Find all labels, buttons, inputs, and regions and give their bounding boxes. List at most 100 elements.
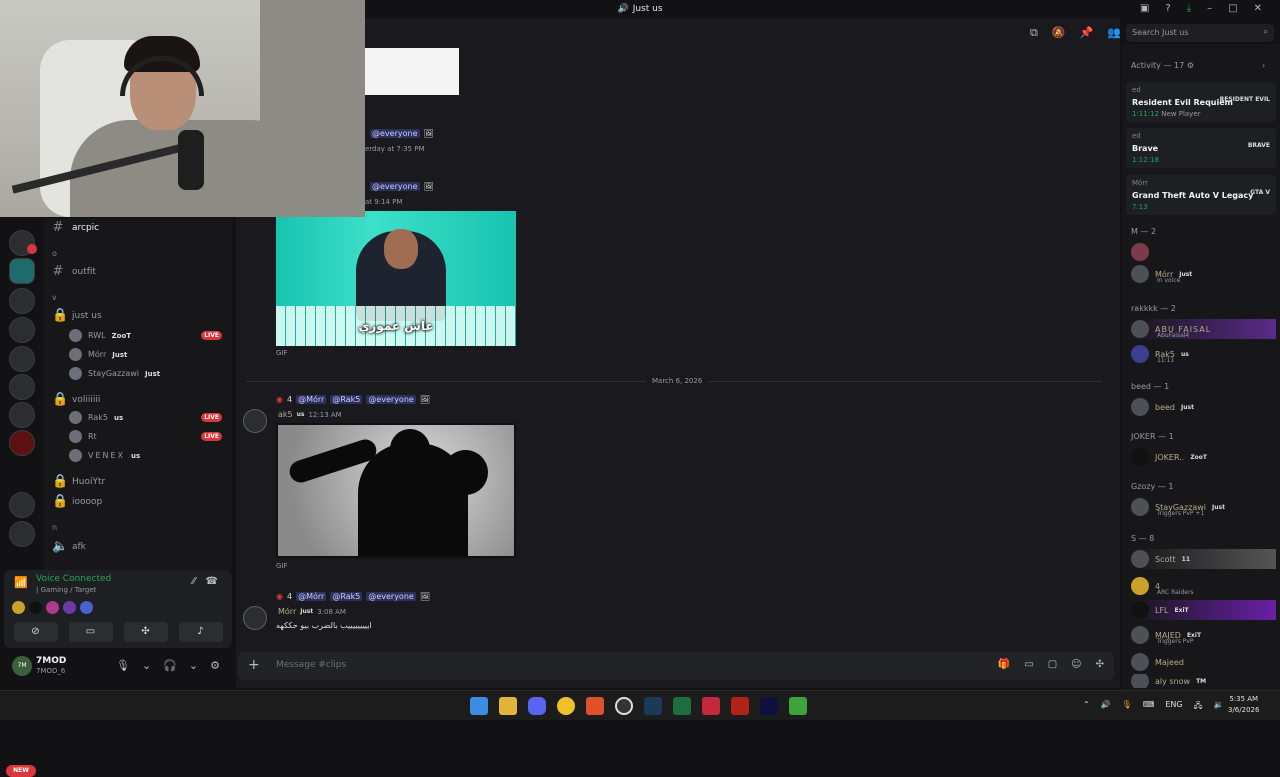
- activity-card[interactable]: ed Brave 1:12:18 BRAVE: [1126, 128, 1276, 168]
- message-composer[interactable]: + Message #clips 🎁 ▭ ▢ ☺ ✣: [238, 652, 1114, 680]
- threads-icon[interactable]: ⧉: [1030, 26, 1038, 40]
- avatar[interactable]: [12, 601, 25, 614]
- voice-channel-ioooop[interactable]: 🔒 ioooop: [52, 494, 102, 509]
- member-item[interactable]: [1131, 242, 1276, 262]
- user-name[interactable]: 7MOD: [36, 656, 66, 666]
- sticker-icon[interactable]: ▢: [1048, 659, 1057, 670]
- member-item[interactable]: Scott 11: [1131, 549, 1276, 569]
- discord-icon[interactable]: [528, 697, 546, 715]
- avatar[interactable]: [46, 601, 59, 614]
- help-icon[interactable]: ?: [1165, 3, 1170, 14]
- microphone-icon[interactable]: 🎙: [1122, 700, 1132, 714]
- server-icon[interactable]: [9, 402, 35, 428]
- server-icon[interactable]: [9, 521, 35, 547]
- member-item[interactable]: MAJED ExiT Triggers PvP: [1131, 625, 1276, 645]
- voice-channel-just-us[interactable]: 🔒 just us: [52, 308, 102, 323]
- avatar[interactable]: [243, 409, 267, 433]
- composer-placeholder[interactable]: Message #clips: [276, 660, 346, 670]
- member-item[interactable]: LFL ExiT: [1131, 600, 1276, 620]
- disconnect-icon[interactable]: ☎: [206, 576, 218, 587]
- start-icon[interactable]: [470, 697, 488, 715]
- server-icon[interactable]: [9, 492, 35, 518]
- server-icon[interactable]: [9, 317, 35, 343]
- language-indicator[interactable]: ENG: [1165, 700, 1182, 714]
- taskbar-clock[interactable]: 5:35 AM 3/6/2026: [1228, 694, 1259, 716]
- mention[interactable]: @everyone: [370, 182, 420, 191]
- author-name[interactable]: Mórr: [278, 607, 296, 616]
- server-icon[interactable]: [9, 430, 35, 456]
- noise-suppression-icon[interactable]: ⁄⁄: [192, 576, 195, 587]
- avatar[interactable]: [80, 601, 93, 614]
- chevron-down-icon[interactable]: ⌄: [189, 659, 198, 672]
- mention[interactable]: @Rak5: [330, 592, 363, 601]
- gif-attachment[interactable]: [276, 423, 516, 558]
- maximize-button[interactable]: □: [1228, 3, 1237, 14]
- voice-channel-afk[interactable]: 🔈 afk: [52, 539, 86, 554]
- voice-channel-path[interactable]: | Gaming / Target: [36, 586, 96, 594]
- headphones-icon[interactable]: 🎧: [163, 659, 177, 672]
- chevron-up-icon[interactable]: ⌃: [1083, 700, 1090, 714]
- member-item[interactable]: JOKER.. ZooT: [1131, 447, 1276, 467]
- mention[interactable]: @everyone: [370, 129, 420, 138]
- attachment-image[interactable]: [365, 48, 459, 95]
- avatar[interactable]: [243, 606, 267, 630]
- keyboard-icon[interactable]: ⌨: [1143, 700, 1155, 714]
- screen-share-icon[interactable]: ▣: [1140, 3, 1149, 14]
- close-button[interactable]: ✕: [1254, 3, 1262, 14]
- mute-icon[interactable]: 🔕: [1052, 26, 1066, 40]
- minimize-button[interactable]: –: [1207, 3, 1212, 14]
- voice-channel-huoiytr[interactable]: 🔒 HuoiYtr: [52, 474, 105, 489]
- minecraft-icon[interactable]: [789, 697, 807, 715]
- channel-outfit[interactable]: # outfit: [52, 264, 96, 279]
- signal-icon[interactable]: 📶: [14, 576, 28, 589]
- members-icon[interactable]: 👥: [1107, 26, 1121, 40]
- volume-icon[interactable]: 🔉: [1214, 700, 1224, 714]
- voice-user[interactable]: StayGazzawi Just: [69, 367, 229, 380]
- app-icon[interactable]: [731, 697, 749, 715]
- user-avatar[interactable]: 7M: [12, 656, 32, 676]
- download-icon[interactable]: ⤓: [1187, 3, 1191, 14]
- settings-gear-icon[interactable]: ⚙: [210, 659, 220, 672]
- voice-status[interactable]: Voice Connected: [36, 574, 111, 584]
- member-item[interactable]: aly snow TM: [1131, 674, 1276, 688]
- activity-card[interactable]: Mórr Grand Theft Auto V Legacy 7:13 GTA …: [1126, 175, 1276, 215]
- voice-channel-voli[interactable]: 🔒 voliiiiii: [52, 392, 100, 407]
- category-label[interactable]: o: [52, 249, 57, 258]
- server-icon[interactable]: [9, 258, 35, 284]
- member-item[interactable]: Majeed: [1131, 652, 1276, 672]
- gift-icon[interactable]: 🎁: [998, 659, 1010, 670]
- soundboard-button[interactable]: ♪: [178, 622, 223, 642]
- excel-icon[interactable]: [673, 697, 691, 715]
- mention[interactable]: @Mórr: [296, 395, 327, 404]
- member-item[interactable]: Rak5 us 11:11: [1131, 344, 1276, 364]
- member-item[interactable]: Mórr Just In voice: [1131, 264, 1276, 284]
- steam-icon[interactable]: [644, 697, 662, 715]
- app-icon[interactable]: [702, 697, 720, 715]
- server-icon[interactable]: [9, 374, 35, 400]
- member-item[interactable]: beed Just: [1131, 397, 1276, 417]
- gif-icon[interactable]: ▭: [1024, 659, 1033, 670]
- search-input[interactable]: Search Just us ⌕: [1126, 24, 1274, 42]
- screen-share-button[interactable]: ▭: [68, 622, 113, 642]
- server-icon[interactable]: [9, 346, 35, 372]
- avatar[interactable]: [63, 601, 76, 614]
- emoji-icon[interactable]: ☺: [1071, 659, 1081, 670]
- member-item[interactable]: StayGazzawi Just Triggers PvP +1: [1131, 497, 1276, 517]
- chevron-right-icon[interactable]: ›: [1262, 61, 1265, 70]
- obs-icon[interactable]: [615, 697, 633, 715]
- voice-user[interactable]: VENEX us: [69, 449, 229, 462]
- channel-arcpic[interactable]: # arcpic: [52, 220, 100, 235]
- app-icon[interactable]: [760, 697, 778, 715]
- author-name[interactable]: ak5: [278, 410, 293, 419]
- activity-card[interactable]: ed Resident Evil Requiem 1:11:12 New Pla…: [1126, 82, 1276, 122]
- activity-header[interactable]: Activity — 17 ⚙: [1131, 61, 1194, 70]
- mention[interactable]: @Rak5: [330, 395, 363, 404]
- pin-icon[interactable]: 📌: [1080, 26, 1094, 40]
- category-label[interactable]: n: [52, 523, 57, 532]
- server-icon[interactable]: [9, 288, 35, 314]
- activities-button[interactable]: ✣: [123, 622, 168, 642]
- mention[interactable]: @Mórr: [296, 592, 327, 601]
- mention[interactable]: @everyone: [366, 395, 416, 404]
- brave-icon[interactable]: [586, 697, 604, 715]
- category-label[interactable]: v: [52, 293, 57, 302]
